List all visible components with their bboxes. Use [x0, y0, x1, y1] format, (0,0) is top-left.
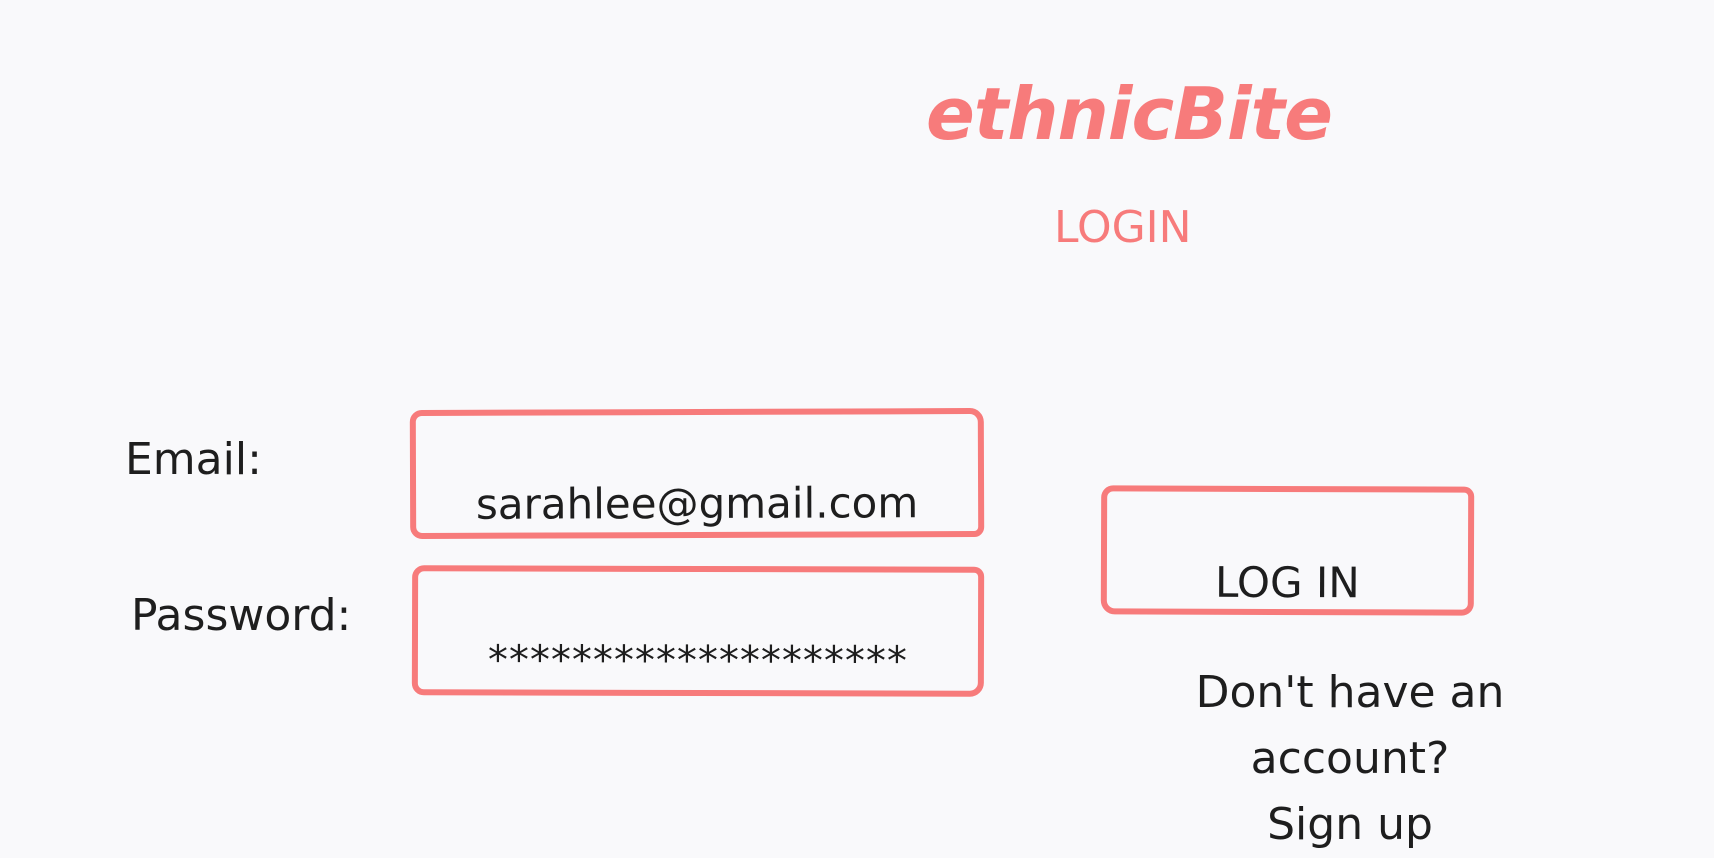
password-field-box[interactable]: ******************** — [411, 565, 985, 697]
login-button-label: LOG IN — [1214, 557, 1360, 608]
brand-logo: ethnicBite — [926, 72, 1333, 156]
email-field[interactable]: sarahlee@gmail.com — [416, 478, 978, 529]
email-field-box[interactable]: sarahlee@gmail.com — [409, 407, 985, 540]
login-button[interactable]: LOG IN — [1100, 485, 1475, 616]
password-field[interactable]: ******************** — [418, 637, 978, 684]
page-title: LOGIN — [1054, 202, 1192, 253]
email-label: Email: — [125, 434, 262, 485]
signup-link[interactable]: Sign up — [1267, 792, 1433, 858]
password-label: Password: — [131, 590, 352, 641]
signup-section: Don't have an account? Sign up — [1090, 660, 1610, 858]
signup-prompt-text: Don't have an account? — [1195, 667, 1505, 784]
